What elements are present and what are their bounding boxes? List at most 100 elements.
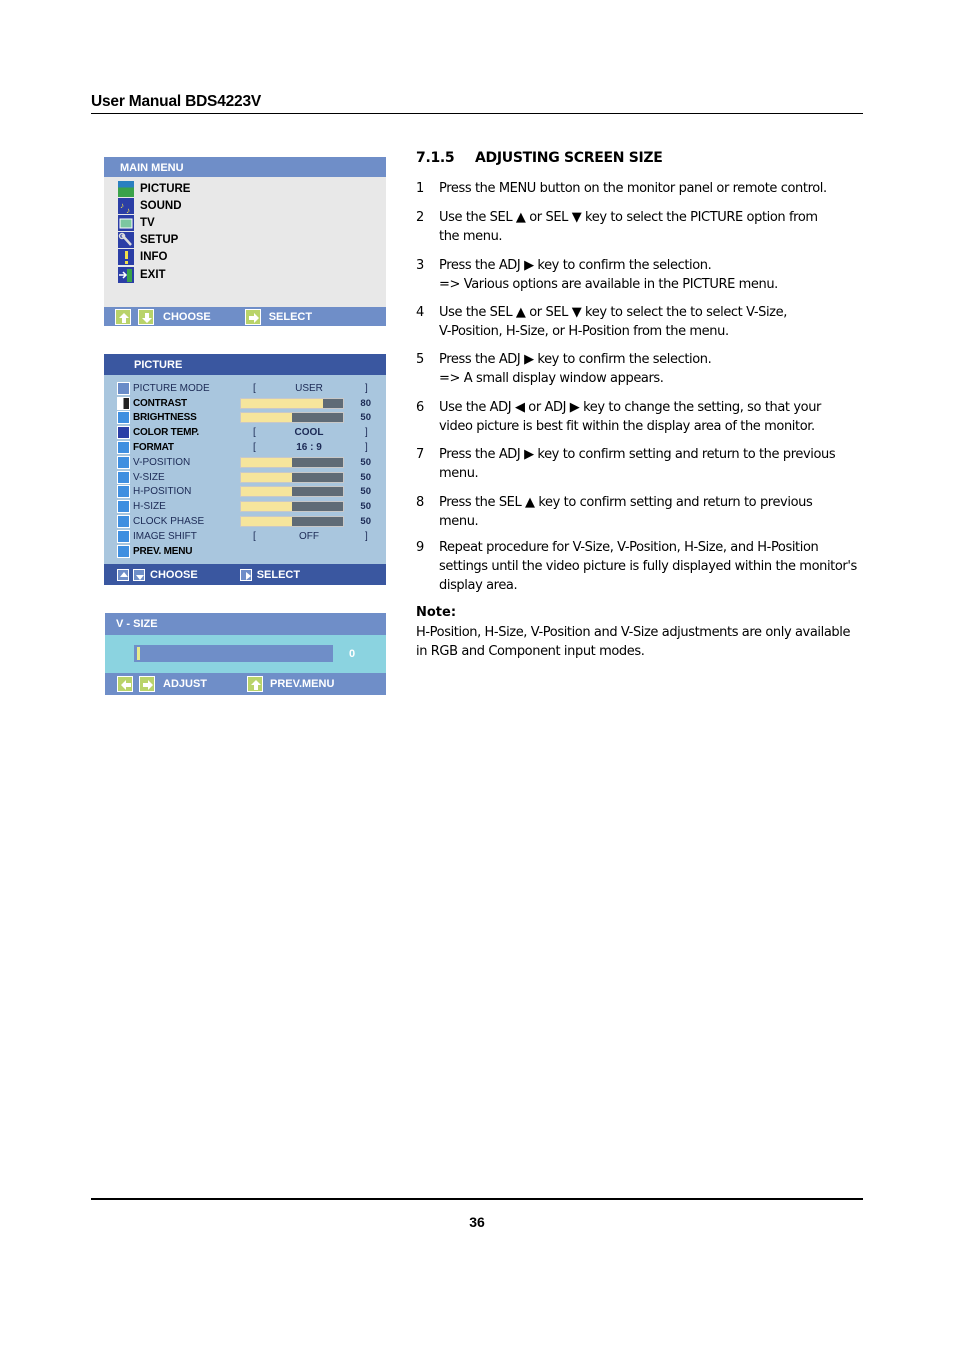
main-menu-item-picture[interactable]: PICTURE bbox=[118, 180, 386, 197]
color-temp-icon bbox=[117, 426, 130, 440]
setting-slider[interactable] bbox=[240, 501, 344, 513]
setup-icon bbox=[118, 232, 134, 249]
step-text: Use the SEL ▲ or SEL ▼ key to select the… bbox=[439, 209, 869, 247]
step-line: Press the ADJ ▶ key to confirm setting a… bbox=[439, 447, 836, 462]
main-menu-item-exit[interactable]: EXIT bbox=[118, 266, 386, 283]
step-line: settings until the video picture is full… bbox=[439, 558, 857, 574]
step-number: 4 bbox=[416, 305, 424, 320]
section-title: ADJUSTING SCREEN SIZE bbox=[475, 150, 663, 166]
picture-menu-row-label: CLOCK PHASE bbox=[133, 516, 205, 528]
step-line: display area. bbox=[439, 577, 518, 593]
vsize-adjust-window: V - SIZE 0 ADJUST PREV.MENU bbox=[105, 613, 386, 695]
step-line: V-Position, H-Size, or H-Position from t… bbox=[439, 323, 729, 339]
arrow-up-icon bbox=[117, 568, 129, 581]
picture-menu-osd: PICTURE PICTURE MODE [USER] CONTRAST 80 BRIG… bbox=[104, 354, 386, 585]
option-value[interactable]: OFF bbox=[269, 531, 349, 542]
picture-menu-row-label: COLOR TEMP. bbox=[133, 427, 199, 439]
picture-menu-row[interactable]: V-POSITION 50 bbox=[104, 455, 386, 470]
footer-rule bbox=[91, 1198, 863, 1200]
setting-value: 50 bbox=[360, 471, 371, 483]
main-menu-item-sound[interactable]: ♪ ♪ SOUND bbox=[118, 197, 386, 215]
vsize-slider[interactable] bbox=[134, 645, 333, 662]
step-line: Repeat procedure for V-Size, V-Position,… bbox=[439, 540, 819, 555]
picture-menu-title: PICTURE bbox=[104, 354, 386, 375]
choose-label: CHOOSE bbox=[163, 310, 211, 323]
select-label: SELECT bbox=[256, 568, 301, 581]
step-text: Press the ADJ ▶ key to confirm setting a… bbox=[439, 446, 869, 484]
setting-slider[interactable] bbox=[240, 471, 344, 483]
setting-slider[interactable] bbox=[240, 486, 344, 498]
picture-menu-row[interactable]: H-SIZE 50 bbox=[104, 499, 386, 514]
step-line: Use the ADJ ◀ or ADJ ▶ key to change the… bbox=[439, 400, 821, 415]
setting-slider[interactable] bbox=[240, 516, 344, 528]
svg-text:♪: ♪ bbox=[120, 201, 124, 210]
main-menu-osd: MAIN MENU PICTURE ♪ ♪ SOUND TV SETUP INFO… bbox=[104, 157, 386, 326]
format-icon bbox=[117, 441, 130, 455]
option-value[interactable]: 16 : 9 bbox=[269, 442, 349, 453]
picture-menu-row[interactable]: FORMAT [16 : 9] bbox=[104, 440, 386, 455]
svg-text:♪: ♪ bbox=[126, 206, 130, 214]
vsize-slider-thumb[interactable] bbox=[137, 647, 140, 660]
step-line: => Various options are available in the … bbox=[439, 276, 778, 292]
section-number: 7.1.5 bbox=[416, 150, 455, 166]
setting-slider[interactable] bbox=[240, 456, 344, 468]
step-line: the menu. bbox=[439, 228, 503, 244]
tv-icon bbox=[118, 214, 134, 231]
picture-menu-row[interactable]: PREV. MENU bbox=[104, 544, 386, 559]
picture-icon bbox=[118, 180, 134, 197]
contrast-icon bbox=[117, 396, 130, 410]
option-value[interactable]: USER bbox=[269, 383, 349, 394]
arrow-up-icon bbox=[247, 676, 264, 692]
step-text: Press the ADJ ▶ key to confirm the selec… bbox=[439, 257, 869, 295]
picture-menu-row-label: IMAGE SHIFT bbox=[133, 530, 197, 542]
vsize-value: 0 bbox=[349, 648, 356, 660]
step-number: 3 bbox=[416, 258, 424, 273]
h-size-icon bbox=[117, 500, 130, 514]
picture-menu-row[interactable]: CLOCK PHASE 50 bbox=[104, 514, 386, 529]
option-value[interactable]: COOL bbox=[269, 427, 349, 438]
option-bracket-left: [ bbox=[253, 382, 256, 394]
main-menu-item-tv[interactable]: TV bbox=[118, 214, 386, 231]
step-number: 8 bbox=[416, 495, 424, 510]
main-menu-item-info[interactable]: INFO bbox=[118, 249, 386, 266]
option-bracket-right: ] bbox=[365, 442, 368, 454]
setting-value: 50 bbox=[360, 412, 371, 424]
setting-value: 50 bbox=[360, 486, 371, 498]
prev-menu-label: PREV.MENU bbox=[270, 678, 335, 690]
adjust-label: ADJUST bbox=[163, 678, 208, 690]
step-number: 9 bbox=[416, 540, 424, 555]
note-line: H-Position, H-Size, V-Position and V-Siz… bbox=[416, 625, 851, 640]
picture-menu-row[interactable]: V-SIZE 50 bbox=[104, 470, 386, 485]
picture-menu-row[interactable]: BRIGHTNESS 50 bbox=[104, 411, 386, 426]
main-menu-item-setup[interactable]: SETUP bbox=[118, 232, 386, 249]
v-position-icon bbox=[117, 455, 130, 469]
picture-menu-row-label: H-SIZE bbox=[133, 501, 166, 513]
step-line: menu. bbox=[439, 513, 479, 529]
arrow-down-icon bbox=[138, 308, 154, 325]
step-text: Use the ADJ ◀ or ADJ ▶ key to change the… bbox=[439, 399, 869, 437]
option-bracket-right: ] bbox=[365, 382, 368, 394]
setting-slider[interactable] bbox=[240, 397, 344, 409]
picture-menu-row[interactable]: COLOR TEMP. [COOL] bbox=[104, 425, 386, 440]
picture-menu-row[interactable]: H-POSITION 50 bbox=[104, 485, 386, 500]
picture-menu-row[interactable]: IMAGE SHIFT [ OFF] bbox=[104, 529, 386, 544]
step-line: menu. bbox=[439, 465, 479, 481]
select-label: SELECT bbox=[268, 310, 313, 323]
setting-slider[interactable] bbox=[240, 412, 344, 424]
option-bracket-left: [ bbox=[253, 530, 256, 542]
arrow-right-icon bbox=[244, 308, 261, 325]
step-line: Press the MENU button on the monitor pan… bbox=[439, 181, 827, 196]
step-line: video picture is best fit within the dis… bbox=[439, 418, 815, 434]
setting-slider-fill bbox=[241, 472, 292, 482]
picture-menu-row[interactable]: PICTURE MODE [USER] bbox=[104, 381, 386, 396]
option-bracket-right: ] bbox=[365, 427, 368, 439]
choose-label: CHOOSE bbox=[150, 568, 198, 581]
note-label: Note: bbox=[416, 605, 457, 620]
step-line: Use the SEL ▲ or SEL ▼ key to select the… bbox=[439, 210, 818, 225]
step-text: Press the MENU button on the monitor pan… bbox=[439, 180, 869, 199]
arrow-left-icon bbox=[117, 676, 133, 692]
step-number: 5 bbox=[416, 352, 424, 367]
picture-menu-row[interactable]: CONTRAST 80 bbox=[104, 396, 386, 411]
option-bracket-right: ] bbox=[365, 530, 368, 542]
step-number: 1 bbox=[416, 181, 424, 196]
